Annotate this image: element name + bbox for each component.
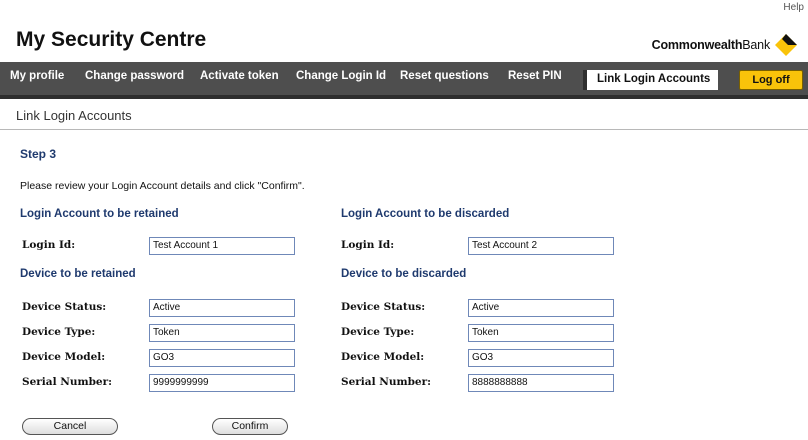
- retained-type-field[interactable]: Token: [149, 324, 295, 342]
- page-title: Link Login Accounts: [16, 108, 132, 123]
- brand-name: CommonwealthBank: [651, 38, 771, 52]
- retained-serial-field[interactable]: 9999999999: [149, 374, 295, 392]
- discarded-type-label: Device Type:: [341, 326, 415, 338]
- nav-bar: My profile Change password Activate toke…: [0, 62, 808, 99]
- brand-name-bold: Commonwealth: [651, 38, 743, 52]
- retained-status-field[interactable]: Active: [149, 299, 295, 317]
- app-title: My Security Centre: [16, 28, 207, 51]
- brand-logo: CommonwealthBank: [652, 32, 798, 58]
- confirm-button[interactable]: Confirm: [212, 418, 288, 435]
- diamond-logo-icon: [775, 34, 797, 56]
- discarded-model-label: Device Model:: [341, 351, 425, 363]
- discarded-type-field[interactable]: Token: [468, 324, 614, 342]
- nav-item-my-profile[interactable]: My profile: [10, 62, 64, 95]
- retained-type-label: Device Type:: [22, 326, 96, 338]
- retained-account-title: Login Account to be retained: [20, 208, 179, 220]
- retained-device-title: Device to be retained: [20, 268, 136, 280]
- nav-item-link-login-accounts[interactable]: Link Login Accounts: [583, 70, 718, 90]
- retained-status-label: Device Status:: [22, 301, 107, 313]
- retained-model-field[interactable]: GO3: [149, 349, 295, 367]
- discarded-device-title: Device to be discarded: [341, 268, 467, 280]
- discarded-login-id-field[interactable]: Test Account 2: [468, 237, 614, 255]
- retained-serial-label: Serial Number:: [22, 376, 113, 388]
- discarded-login-id-label: Login Id:: [341, 239, 395, 251]
- discarded-model-field[interactable]: GO3: [468, 349, 614, 367]
- nav-item-reset-pin[interactable]: Reset PIN: [508, 62, 562, 95]
- page-heading-bar: Link Login Accounts: [0, 100, 808, 130]
- discarded-serial-label: Serial Number:: [341, 376, 432, 388]
- nav-item-change-password[interactable]: Change password: [85, 62, 184, 95]
- retained-login-id-field[interactable]: Test Account 1: [149, 237, 295, 255]
- discarded-status-field[interactable]: Active: [468, 299, 614, 317]
- nav-item-activate-token[interactable]: Activate token: [200, 62, 279, 95]
- retained-login-id-label: Login Id:: [22, 239, 76, 251]
- discarded-serial-field[interactable]: 8888888888: [468, 374, 614, 392]
- instructions-text: Please review your Login Account details…: [20, 180, 305, 192]
- header: Help My Security Centre CommonwealthBank: [0, 0, 808, 62]
- step-label: Step 3: [20, 147, 57, 161]
- brand-name-light: Bank: [742, 38, 770, 52]
- nav-item-change-login-id[interactable]: Change Login Id: [296, 62, 386, 95]
- logoff-button[interactable]: Log off: [739, 70, 803, 90]
- retained-model-label: Device Model:: [22, 351, 106, 363]
- discarded-account-title: Login Account to be discarded: [341, 208, 510, 220]
- help-link[interactable]: Help: [783, 2, 804, 13]
- nav-item-reset-questions[interactable]: Reset questions: [400, 62, 489, 95]
- discarded-status-label: Device Status:: [341, 301, 426, 313]
- cancel-button[interactable]: Cancel: [22, 418, 118, 435]
